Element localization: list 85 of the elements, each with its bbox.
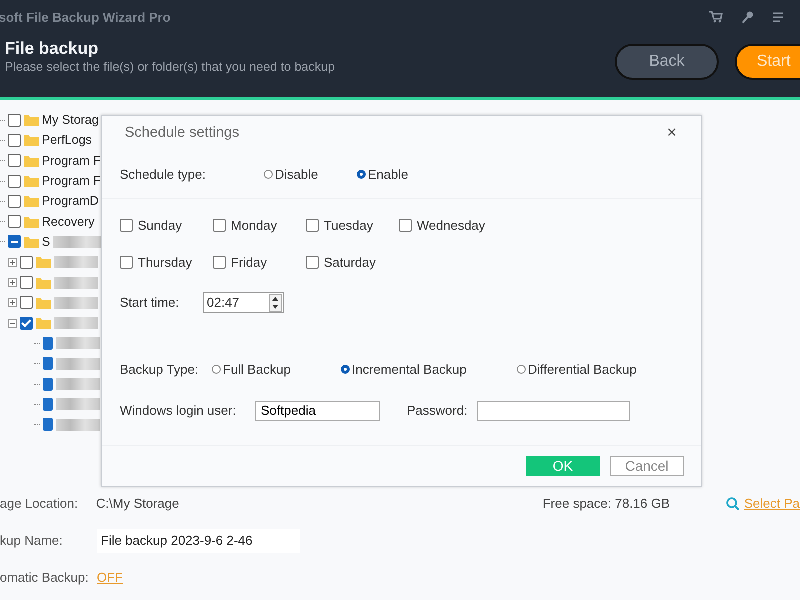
schedule-type-label: Schedule type: (120, 166, 208, 182)
tree-item[interactable]: ProgramD (42, 194, 99, 208)
folder-icon (36, 256, 51, 268)
folder-icon (24, 134, 39, 146)
folder-icon (24, 195, 39, 208)
folder-icon (36, 276, 51, 289)
day-checkbox[interactable]: Friday (213, 255, 306, 270)
folder-icon (24, 216, 39, 228)
expander-icon[interactable] (8, 318, 17, 328)
backup-name-field[interactable]: File backup 2023-9-6 2-46 (97, 528, 300, 552)
storage-location-label: age Location: (0, 496, 80, 511)
backup-name-label: kup Name: (0, 533, 64, 548)
day-checkbox[interactable]: Saturday (306, 255, 399, 270)
expander-icon[interactable] (8, 258, 17, 267)
radio-label[interactable]: Full Backup (223, 362, 291, 377)
tree-checkbox[interactable] (20, 276, 33, 290)
automatic-backup-label: omatic Backup: (0, 570, 90, 585)
login-user-field[interactable]: Softpedia (255, 400, 380, 420)
folder-icon (24, 236, 39, 248)
password-label: Password: (407, 403, 469, 418)
day-checkbox[interactable]: Monday (213, 218, 306, 233)
radio-button[interactable] (264, 170, 273, 178)
tree-checkbox[interactable] (8, 154, 21, 168)
radio-label[interactable]: Incremental Backup (352, 362, 467, 377)
free-space-text: Free space: 78.16 GB (542, 496, 672, 511)
radio-button[interactable] (341, 365, 350, 374)
blurred-label (56, 378, 100, 390)
tree-checkbox[interactable] (8, 235, 21, 248)
day-checkbox[interactable]: Tuesday (306, 218, 399, 233)
radio-label[interactable]: Enable (368, 166, 408, 182)
radio-label[interactable]: Disable (275, 166, 318, 182)
start-time-label: Start time: (120, 295, 180, 310)
blurred-label (54, 276, 98, 289)
folder-icon (24, 114, 39, 126)
tree-checkbox[interactable] (20, 316, 33, 330)
page-subtitle: Please select the file(s) or folder(s) that you need to backup (5, 60, 336, 74)
login-user-label: Windows login user: (120, 403, 238, 418)
backup-type-label: Backup Type: (120, 362, 200, 377)
expander-icon[interactable] (8, 278, 17, 288)
tree-checkbox[interactable] (8, 134, 21, 147)
tree-checkbox[interactable] (8, 215, 21, 228)
day-checkbox[interactable]: Wednesday (399, 218, 492, 233)
tree-checkbox[interactable] (8, 114, 21, 127)
storage-location-value: C:\My Storage (96, 496, 180, 511)
blurred-label (56, 398, 100, 410)
blurred-label (56, 337, 100, 350)
radio-button[interactable] (212, 365, 221, 374)
folder-icon (24, 154, 39, 167)
search-icon[interactable] (726, 496, 740, 510)
close-button[interactable]: × (661, 123, 683, 143)
tree-checkbox[interactable] (20, 296, 33, 310)
tree-item[interactable]: Program F (42, 154, 102, 168)
tree-checkbox[interactable] (20, 256, 33, 269)
blurred-label (54, 317, 98, 330)
radio-button[interactable] (517, 365, 526, 374)
tree-item[interactable]: PerfLogs (42, 133, 92, 148)
blurred-label (54, 296, 98, 309)
folder-icon (36, 317, 51, 330)
cart-icon[interactable] (709, 11, 723, 23)
radio-label[interactable]: Differential Backup (528, 362, 637, 377)
password-field[interactable] (477, 400, 630, 420)
blurred-label (56, 358, 100, 370)
folder-icon (36, 296, 51, 309)
tree-item[interactable]: Recovery (42, 214, 95, 229)
back-button[interactable]: Back (615, 44, 719, 80)
blurred-label (54, 256, 98, 268)
tree-item[interactable]: My Storag (42, 113, 99, 128)
key-icon[interactable] (742, 10, 754, 24)
page-title: File backup (5, 38, 100, 58)
folder-icon (24, 175, 39, 188)
start-time-field[interactable]: 02:47 (203, 292, 284, 313)
cancel-button[interactable]: Cancel (610, 456, 684, 476)
expander-icon[interactable] (8, 298, 17, 308)
day-checkbox[interactable]: Thursday (120, 255, 213, 270)
blurred-label (56, 418, 100, 431)
menu-icon[interactable] (773, 12, 784, 22)
radio-button[interactable] (357, 170, 366, 178)
dialog-title: Schedule settings (125, 125, 240, 141)
tree-item[interactable]: Program F (42, 174, 102, 188)
day-checkbox[interactable]: Sunday (120, 218, 213, 233)
tree-checkbox[interactable] (8, 194, 21, 208)
blurred-label (53, 236, 104, 248)
tree-item[interactable]: S (42, 234, 50, 249)
spinner-icon[interactable] (269, 294, 282, 312)
tree-checkbox[interactable] (8, 174, 21, 188)
